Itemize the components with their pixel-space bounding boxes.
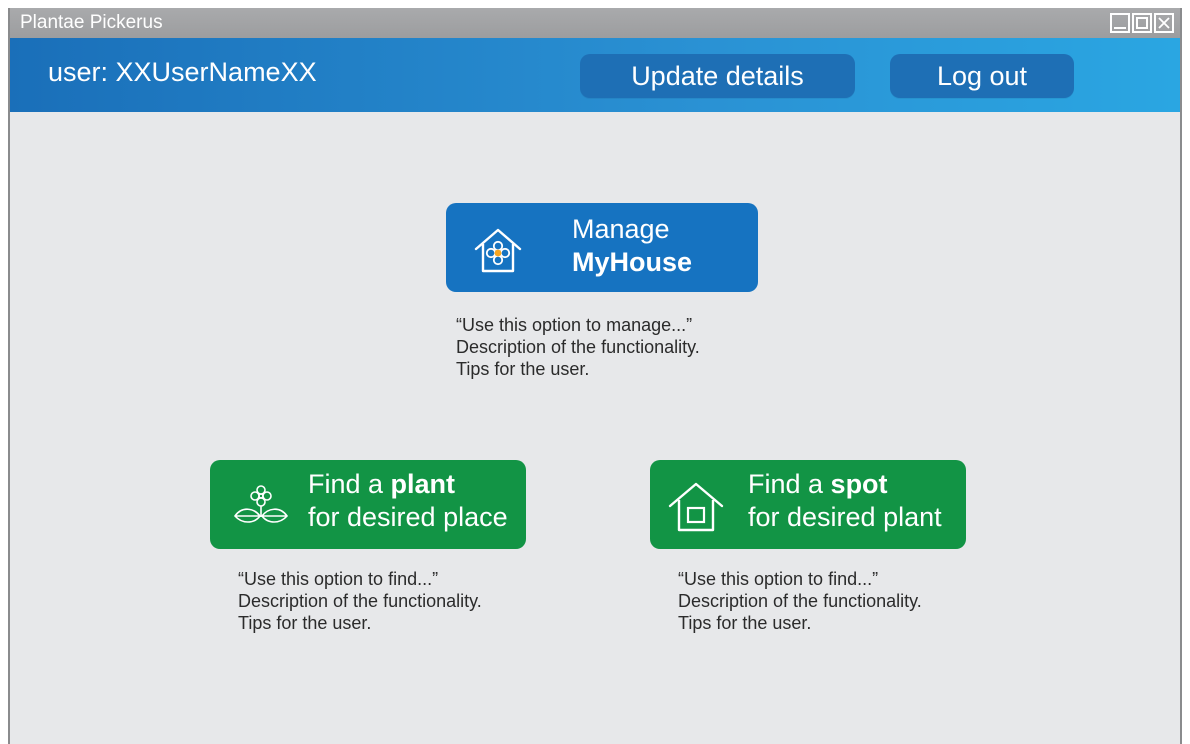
find-plant-desc-line2: Description of the functionality. [238, 591, 482, 611]
find-plant-description: “Use this option to find...” Description… [238, 568, 482, 634]
close-icon [1158, 17, 1170, 29]
close-button[interactable] [1154, 13, 1174, 33]
find-spot-description: “Use this option to find...” Description… [678, 568, 922, 634]
window-title: Plantae Pickerus [20, 12, 163, 33]
manage-desc-line1: “Use this option to manage...” [456, 315, 693, 335]
find-plant-desc-line1: “Use this option to find...” [238, 569, 439, 589]
find-spot-prefix: Find a [748, 469, 831, 499]
manage-desc-line3: Tips for the user. [456, 359, 590, 379]
user-label: user: XXUserNameXX [48, 57, 317, 87]
find-spot-button[interactable]: Find a spot for desired plant [650, 460, 966, 549]
manage-myhouse-label: Manage MyHouse [572, 213, 692, 279]
house-window-icon [668, 482, 724, 532]
find-plant-desc-line3: Tips for the user. [238, 613, 372, 633]
find-spot-keyword: spot [830, 469, 888, 499]
find-spot-desc-line1: “Use this option to find...” [678, 569, 879, 589]
update-details-button[interactable]: Update details [580, 54, 855, 98]
app-window: Plantae Pickerus user: XXUserNameXX Upda… [8, 8, 1182, 744]
find-plant-button[interactable]: Find a plant for desired place [210, 460, 526, 549]
find-plant-label: Find a plant for desired place [308, 468, 508, 534]
manage-desc-line2: Description of the functionality. [456, 337, 700, 357]
maximize-button[interactable] [1132, 13, 1152, 33]
log-out-button[interactable]: Log out [890, 54, 1074, 98]
find-spot-desc-line2: Description of the functionality. [678, 591, 922, 611]
find-plant-prefix: Find a [308, 469, 391, 499]
user-header: user: XXUserNameXX Update details Log ou… [10, 38, 1180, 112]
find-spot-label: Find a spot for desired plant [748, 468, 942, 534]
find-spot-line2: for desired plant [748, 502, 942, 532]
minimize-icon [1114, 27, 1126, 29]
manage-line2: MyHouse [572, 247, 693, 277]
find-spot-desc-line3: Tips for the user. [678, 613, 812, 633]
house-flower-icon [474, 228, 522, 273]
flower-leaves-icon [233, 485, 289, 523]
maximize-icon [1136, 17, 1148, 29]
find-plant-keyword: plant [390, 469, 456, 499]
find-plant-line2: for desired place [308, 502, 508, 532]
title-bar: Plantae Pickerus [10, 8, 1180, 38]
minimize-button[interactable] [1110, 13, 1130, 33]
window-controls [1110, 13, 1174, 33]
manage-line1: Manage [572, 214, 670, 244]
manage-myhouse-button[interactable]: Manage MyHouse [446, 203, 758, 292]
manage-description: “Use this option to manage...” Descripti… [456, 314, 700, 380]
